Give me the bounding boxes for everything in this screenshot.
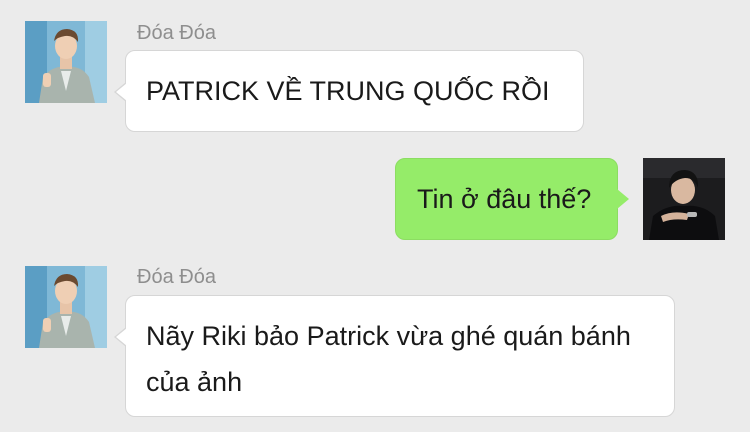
outgoing-message-bubble[interactable]: Tin ở đâu thế?	[395, 158, 618, 240]
message-text: Nãy Riki bảo Patrick vừa ghé quán bánh c…	[146, 321, 631, 397]
message-text: PATRICK VỀ TRUNG QUỐC RỒI	[146, 76, 550, 106]
incoming-message-bubble[interactable]: PATRICK VỀ TRUNG QUỐC RỒI	[125, 50, 584, 132]
bubble-tail	[116, 83, 127, 101]
bubble-tail	[116, 328, 127, 346]
incoming-message-bubble[interactable]: Nãy Riki bảo Patrick vừa ghé quán bánh c…	[125, 295, 675, 417]
avatar-man-grey-suit-photo-icon	[25, 21, 107, 103]
sender-name: Đóa Đóa	[137, 266, 216, 288]
sender-avatar[interactable]	[25, 21, 107, 103]
bubble-tail	[617, 189, 629, 209]
sender-avatar[interactable]	[25, 266, 107, 348]
message-text: Tin ở đâu thế?	[417, 184, 592, 214]
sender-name: Đóa Đóa	[137, 22, 216, 44]
avatar-man-dark-photo-icon	[643, 158, 725, 240]
avatar-man-grey-suit-photo-icon	[25, 266, 107, 348]
own-avatar[interactable]	[643, 158, 725, 240]
chat-window: Đóa Đóa PATRICK VỀ TRUNG QUỐC RỒI Tin ở …	[0, 0, 750, 432]
